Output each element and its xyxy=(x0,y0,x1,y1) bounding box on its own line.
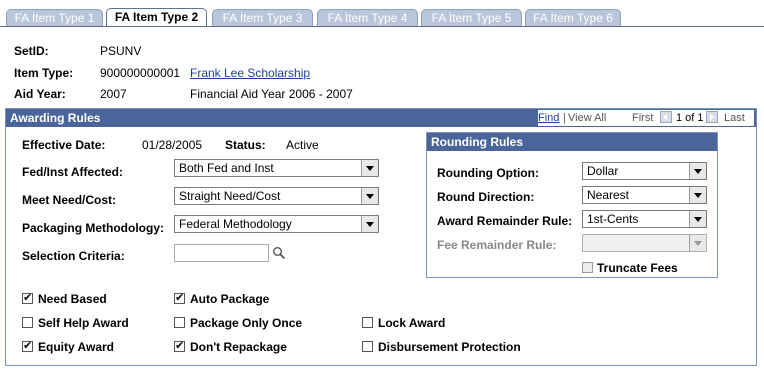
aid-year-description: Financial Aid Year 2006 - 2007 xyxy=(190,87,353,101)
disbursement-protection-label: Disbursement Protection xyxy=(378,340,521,354)
last-link[interactable]: Last xyxy=(724,112,745,124)
awarding-rules-title: Awarding Rules xyxy=(10,111,101,125)
search-icon[interactable] xyxy=(272,246,286,260)
dont-repackage-checkbox[interactable] xyxy=(174,339,185,352)
next-arrow-icon[interactable] xyxy=(706,111,718,123)
meet-need-cost-value: Straight Need/Cost xyxy=(179,189,281,203)
find-link[interactable]: Find xyxy=(538,112,559,124)
packaging-methodology-value: Federal Methodology xyxy=(179,217,292,231)
need-based-label: Need Based xyxy=(38,292,107,306)
selection-criteria-label: Selection Criteria: xyxy=(22,249,125,263)
fee-remainder-rule-select xyxy=(582,234,707,252)
aid-year-label: Aid Year: xyxy=(14,87,66,101)
rounding-option-value: Dollar xyxy=(587,164,619,178)
previous-arrow-icon[interactable] xyxy=(660,111,672,123)
round-direction-label: Round Direction: xyxy=(437,190,535,204)
rounding-option-select[interactable]: Dollar xyxy=(582,162,707,180)
setid-value: PSUNV xyxy=(100,44,142,58)
fed-inst-affected-label: Fed/Inst Affected: xyxy=(22,165,123,179)
equity-award-label: Equity Award xyxy=(38,340,115,354)
rounding-rules-header: Rounding Rules xyxy=(427,133,717,151)
package-only-once-label: Package Only Once xyxy=(190,316,303,330)
award-remainder-rule-select[interactable]: 1st-Cents xyxy=(582,210,707,228)
round-direction-value: Nearest xyxy=(587,188,630,202)
chevron-down-icon[interactable] xyxy=(361,160,378,176)
chevron-down-icon[interactable] xyxy=(689,187,706,203)
item-type-link[interactable]: Frank Lee Scholarship xyxy=(190,66,310,80)
rounding-rules-box: Rounding Rules xyxy=(426,132,718,278)
effective-date-label: Effective Date: xyxy=(22,138,106,152)
fee-remainder-rule-label: Fee Remainder Rule: xyxy=(437,238,557,252)
package-only-once-checkbox[interactable] xyxy=(174,317,185,328)
status-value: Active xyxy=(286,138,319,152)
truncate-fees-checkbox xyxy=(582,262,593,273)
auto-package-checkbox[interactable] xyxy=(174,291,185,304)
lock-award-label: Lock Award xyxy=(378,316,446,330)
self-help-award-label: Self Help Award xyxy=(38,316,129,330)
setid-label: SetID: xyxy=(14,44,49,58)
status-label: Status: xyxy=(225,138,266,152)
rounding-option-label: Rounding Option: xyxy=(437,166,539,180)
first-link[interactable]: First xyxy=(632,112,653,124)
chevron-down-icon xyxy=(689,235,706,251)
packaging-methodology-select[interactable]: Federal Methodology xyxy=(174,215,379,233)
tab-fa-item-type-3[interactable]: FA Item Type 3 xyxy=(212,9,313,26)
round-direction-select[interactable]: Nearest xyxy=(582,186,707,204)
effective-date-value: 01/28/2005 xyxy=(142,138,203,152)
tab-underline xyxy=(0,26,764,27)
lock-award-checkbox[interactable] xyxy=(362,317,373,328)
item-type-value: 900000000001 xyxy=(100,66,181,80)
dont-repackage-label: Don't Repackage xyxy=(190,340,287,354)
tab-fa-item-type-4[interactable]: FA Item Type 4 xyxy=(317,9,418,26)
fed-inst-affected-select[interactable]: Both Fed and Inst xyxy=(174,159,379,177)
nav-separator: | xyxy=(563,112,566,124)
scroll-nav-bar: Find | View All First 1 of 1 Last xyxy=(538,110,754,126)
meet-need-cost-select[interactable]: Straight Need/Cost xyxy=(174,187,379,205)
tab-fa-item-type-1[interactable]: FA Item Type 1 xyxy=(6,9,103,26)
disbursement-protection-checkbox[interactable] xyxy=(362,341,373,352)
selection-criteria-input[interactable] xyxy=(174,244,269,262)
tab-fa-item-type-6[interactable]: FA Item Type 6 xyxy=(525,9,621,26)
rounding-rules-title: Rounding Rules xyxy=(431,135,523,149)
meet-need-cost-label: Meet Need/Cost: xyxy=(22,193,117,207)
award-remainder-rule-label: Award Remainder Rule: xyxy=(437,214,573,228)
auto-package-label: Auto Package xyxy=(190,292,270,306)
award-remainder-rule-value: 1st-Cents xyxy=(587,212,639,226)
equity-award-checkbox[interactable] xyxy=(22,339,33,352)
fed-inst-affected-value: Both Fed and Inst xyxy=(179,161,274,175)
need-based-checkbox[interactable] xyxy=(22,291,33,304)
chevron-down-icon[interactable] xyxy=(689,211,706,227)
tab-fa-item-type-2[interactable]: FA Item Type 2 xyxy=(106,8,207,27)
self-help-award-checkbox[interactable] xyxy=(22,317,33,328)
item-type-label: Item Type: xyxy=(14,66,74,80)
tab-fa-item-type-5[interactable]: FA Item Type 5 xyxy=(421,9,522,26)
chevron-down-icon[interactable] xyxy=(689,163,706,179)
row-count: 1 of 1 xyxy=(676,112,704,124)
chevron-down-icon[interactable] xyxy=(361,188,378,204)
packaging-methodology-label: Packaging Methodology: xyxy=(22,221,165,235)
truncate-fees-label: Truncate Fees xyxy=(597,261,678,275)
chevron-down-icon[interactable] xyxy=(361,216,378,232)
view-all-link[interactable]: View All xyxy=(568,112,606,124)
aid-year-value: 2007 xyxy=(100,87,127,101)
